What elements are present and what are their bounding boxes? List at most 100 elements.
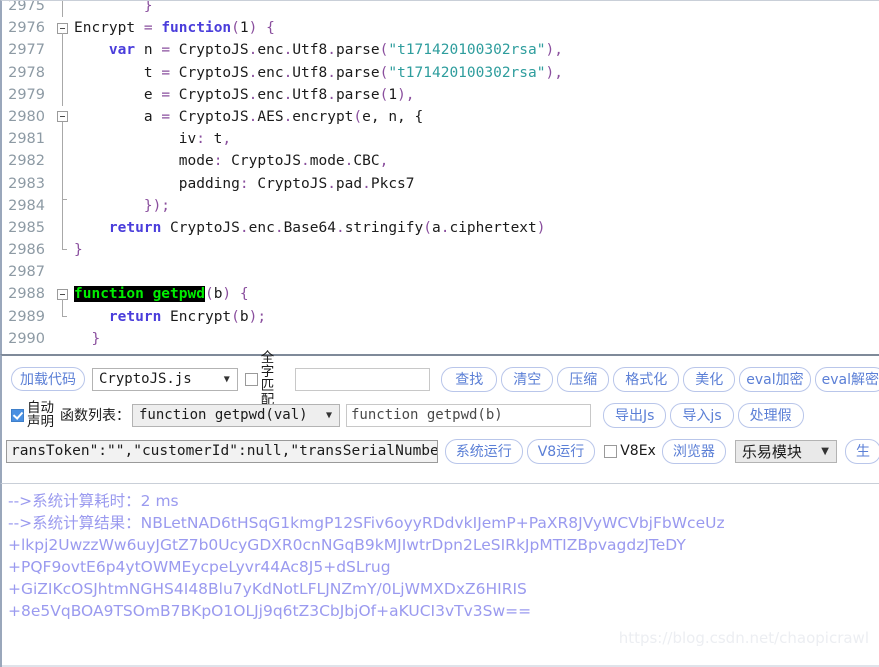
code-line[interactable]: 2976 Encrypt = function(1) { — [2, 17, 879, 40]
code-editor-content[interactable]: 2975 } 2976 Encrypt = function(1) {2977 va… — [2, 1, 879, 350]
fold-marker[interactable] — [54, 17, 74, 40]
code-token: = — [143, 20, 162, 37]
system-run-button[interactable]: 系统运行 — [444, 438, 523, 464]
result-console-panel[interactable]: -->系统计算耗时：2 ms -->系统计算结果：NBLetNAD6tHSqG1k… — [0, 483, 879, 667]
code-line[interactable]: 2988 function getpwd(b) { — [2, 283, 879, 306]
chevron-down-icon: ▼ — [223, 373, 230, 385]
beautify-button[interactable]: 美化 — [683, 366, 736, 392]
export-js-button[interactable]: 导出Js — [603, 402, 667, 428]
import-js-button[interactable]: 导入js — [670, 402, 734, 428]
compress-button[interactable]: 压缩 — [557, 366, 610, 392]
find-button[interactable]: 查找 — [441, 366, 498, 392]
code-line[interactable]: 2986} — [2, 239, 879, 261]
code-token: CryptoJS — [170, 64, 249, 81]
code-token: CryptoJS — [170, 108, 249, 125]
search-input[interactable] — [295, 367, 431, 391]
code-text: function getpwd(b) { — [74, 286, 249, 303]
code-token: , — [222, 131, 232, 148]
eval-encrypt-button[interactable]: eval加密 — [739, 366, 811, 392]
code-line[interactable]: 2975 } — [2, 1, 879, 18]
script-file-select[interactable]: CryptoJS.js ▼ — [92, 367, 238, 391]
code-line[interactable]: 2982 mode: CryptoJS.mode.CBC, — [2, 150, 879, 173]
fold-marker — [54, 1, 74, 18]
code-token: enc — [257, 86, 284, 103]
code-text: return CryptoJS.enc.Base64.stringify(a.c… — [74, 220, 546, 236]
code-token: ciphertext — [449, 219, 537, 236]
code-token: . — [274, 219, 284, 236]
code-line[interactable]: 2990 } — [2, 328, 879, 350]
code-token: parse — [335, 42, 380, 59]
line-number: 2986 — [8, 242, 45, 259]
params-input[interactable]: ransToken":"","customerId":null,"transSe… — [6, 439, 438, 463]
v8-run-button[interactable]: V8运行 — [526, 438, 596, 464]
code-token: e, n, { — [362, 108, 424, 125]
code-editor-panel[interactable]: 2975 } 2976 Encrypt = function(1) {2977 va… — [0, 0, 879, 354]
fold-marker — [54, 216, 74, 240]
fold-marker[interactable] — [54, 283, 74, 306]
function-signature-input[interactable]: function getpwd(b) — [346, 403, 591, 427]
fold-guide-line — [62, 128, 63, 151]
fold-guide-line — [62, 172, 63, 195]
code-token: ( — [204, 286, 214, 303]
eval-decrypt-button[interactable]: eval解密 — [814, 366, 879, 392]
code-line[interactable]: 2980 a = CryptoJS.AES.encrypt(e, n, { — [2, 106, 879, 129]
fold-collapse-icon[interactable] — [57, 288, 68, 300]
load-code-button[interactable]: 加载代码 — [11, 367, 85, 391]
code-token: t — [74, 64, 162, 81]
function-list-select[interactable]: function getpwd(val) ▼ — [132, 403, 340, 427]
code-line[interactable]: 2985 return CryptoJS.enc.Base64.stringif… — [2, 216, 879, 240]
auto-declare-checkbox[interactable] — [11, 408, 24, 422]
code-token: ( — [231, 308, 240, 325]
line-number: 2987 — [8, 264, 45, 281]
result-line: -->系统计算结果：NBLetNAD6tHSqG1kmgP12SFiv6oyyR… — [8, 514, 725, 532]
code-token: mode — [309, 153, 345, 170]
generate-button[interactable]: 生 — [845, 438, 879, 464]
fold-marker[interactable] — [54, 106, 74, 129]
code-token: pad — [335, 175, 363, 192]
code-token: a — [432, 219, 441, 236]
code-token: = — [161, 42, 171, 59]
code-token: encrypt — [292, 108, 354, 125]
code-text: } — [74, 1, 153, 14]
module-select[interactable]: 乐易模块 ▼ — [734, 439, 837, 463]
code-line[interactable]: 2978 t = CryptoJS.enc.Utf8.parse("t17142… — [2, 61, 879, 84]
code-token: iv — [74, 131, 197, 148]
code-line[interactable]: 2981 iv: t, — [2, 128, 879, 151]
code-token: . — [283, 64, 293, 81]
browser-button[interactable]: 浏览器 — [661, 438, 726, 464]
code-line[interactable]: 2989 return Encrypt(b); — [2, 305, 879, 328]
code-token: }); — [143, 197, 171, 214]
code-line[interactable]: 2983 padding: CryptoJS.pad.Pkcs7 — [2, 172, 879, 195]
result-line: -->系统计算耗时：2 ms — [8, 492, 179, 510]
whole-word-checkbox[interactable] — [244, 372, 258, 386]
fold-collapse-icon[interactable] — [57, 22, 68, 34]
line-number: 2983 — [8, 175, 45, 192]
fold-collapse-icon[interactable] — [57, 111, 68, 123]
v8ex-checkbox[interactable] — [604, 444, 618, 458]
code-token: t — [204, 131, 223, 148]
code-token: ); — [248, 308, 267, 325]
format-button[interactable]: 格式化 — [613, 366, 680, 392]
code-token: ( — [423, 219, 432, 236]
code-line[interactable]: 2987 — [2, 261, 879, 283]
line-number: 2978 — [8, 64, 45, 81]
fold-guide-line — [62, 194, 67, 217]
code-text: iv: t, — [74, 131, 231, 147]
code-token: CryptoJS — [170, 86, 249, 103]
code-line[interactable]: 2979 e = CryptoJS.enc.Utf8.parse(1), — [2, 83, 879, 106]
fold-marker — [54, 239, 74, 261]
fold-marker — [54, 328, 74, 350]
line-number: 2984 — [8, 197, 45, 214]
code-line[interactable]: 2977 var n = CryptoJS.enc.Utf8.parse("t1… — [2, 39, 879, 62]
code-token: . — [283, 108, 293, 125]
fold-marker — [54, 172, 74, 195]
auto-declare-label: 自动 声明 — [27, 400, 54, 430]
code-line[interactable]: 2984 }); — [2, 194, 879, 217]
clear-button[interactable]: 清空 — [501, 366, 554, 392]
handle-fake-button[interactable]: 处理假 — [737, 402, 804, 428]
